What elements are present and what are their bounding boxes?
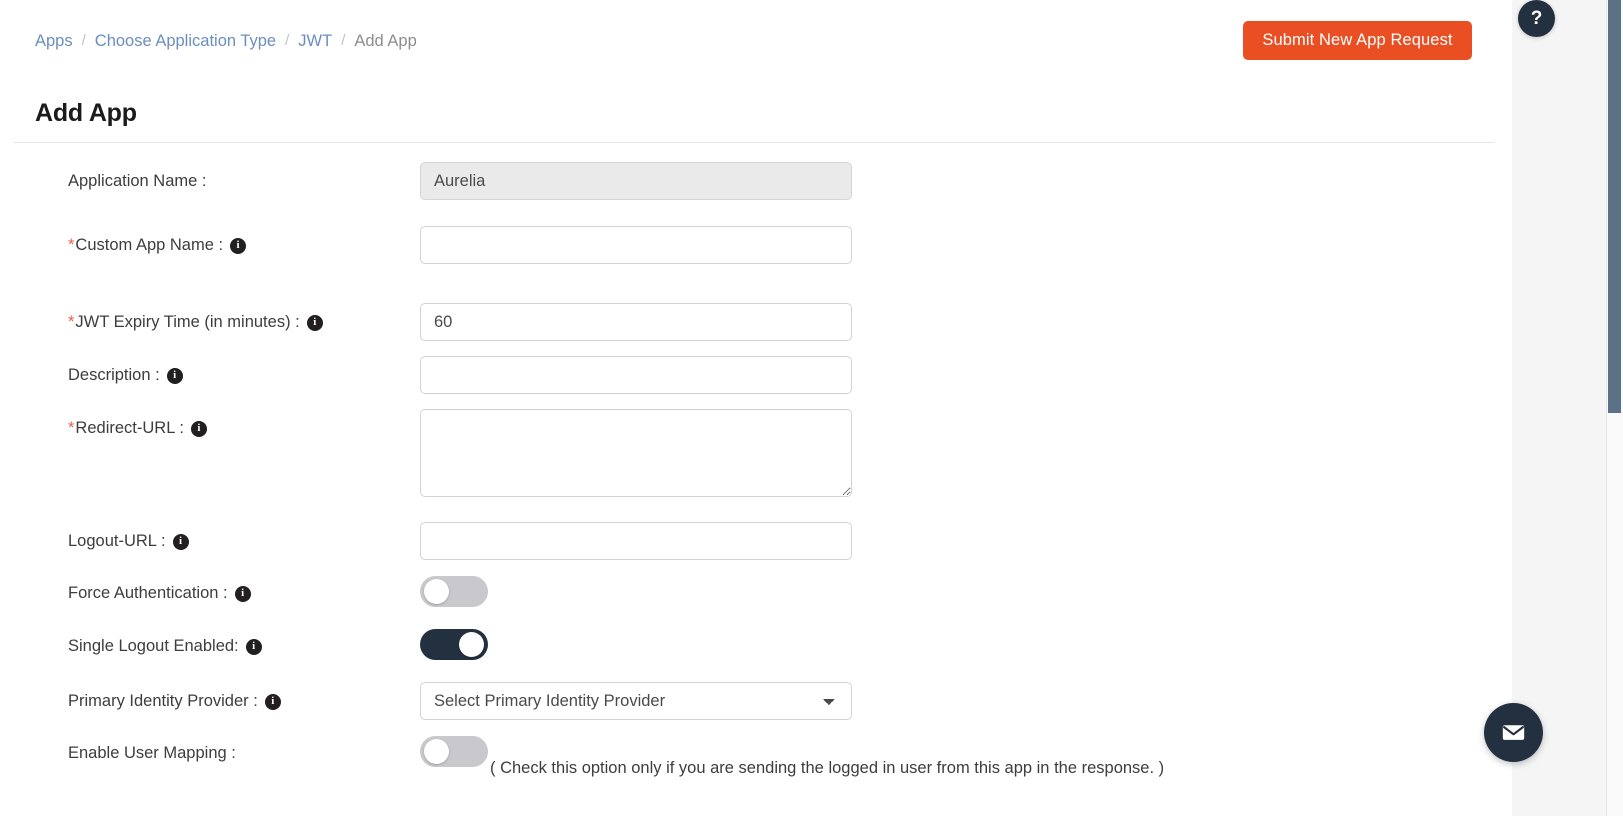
label-text: Enable User Mapping : bbox=[68, 744, 236, 762]
label-custom-app-name: * Custom App Name : i bbox=[68, 236, 247, 255]
help-button[interactable]: ? bbox=[1518, 0, 1555, 37]
primary-identity-provider-select[interactable]: Select Primary Identity Provider bbox=[420, 682, 852, 720]
label-jwt-expiry-time: * JWT Expiry Time (in minutes) : i bbox=[68, 313, 323, 332]
label-text: Custom App Name : bbox=[75, 236, 224, 254]
label-primary-identity-provider: Primary Identity Provider : i bbox=[68, 692, 281, 711]
breadcrumb-item-choose-application-type[interactable]: Choose Application Type bbox=[95, 31, 276, 51]
label-description: Description : i bbox=[68, 366, 183, 385]
required-asterisk: * bbox=[68, 419, 75, 437]
vertical-scrollbar-thumb[interactable] bbox=[1608, 0, 1621, 413]
label-single-logout-enabled: Single Logout Enabled: i bbox=[68, 637, 262, 656]
info-icon[interactable]: i bbox=[234, 585, 251, 602]
toggle-knob bbox=[424, 739, 449, 764]
label-text: Application Name : bbox=[68, 172, 207, 190]
label-text: JWT Expiry Time (in minutes) : bbox=[75, 313, 300, 331]
enable-user-mapping-helper-text: ( Check this option only if you are send… bbox=[490, 759, 1165, 777]
chat-button[interactable] bbox=[1484, 703, 1543, 762]
breadcrumb-separator: / bbox=[341, 32, 346, 49]
info-icon[interactable]: i bbox=[245, 638, 262, 655]
label-text: Single Logout Enabled: bbox=[68, 637, 239, 655]
info-icon[interactable]: i bbox=[264, 693, 281, 710]
info-icon[interactable]: i bbox=[190, 420, 207, 437]
redirect-url-textarea[interactable] bbox=[420, 409, 852, 497]
page-content: Apps / Choose Application Type / JWT / A… bbox=[0, 0, 1512, 816]
force-authentication-toggle[interactable] bbox=[420, 576, 488, 607]
required-asterisk: * bbox=[68, 236, 75, 254]
label-text: Primary Identity Provider : bbox=[68, 692, 258, 710]
label-logout-url: Logout-URL : i bbox=[68, 532, 189, 551]
toggle-knob bbox=[459, 632, 484, 657]
label-text: Force Authentication : bbox=[68, 584, 228, 602]
breadcrumb-separator: / bbox=[285, 32, 290, 49]
breadcrumb: Apps / Choose Application Type / JWT / A… bbox=[35, 31, 417, 51]
submit-new-app-request-button[interactable]: Submit New App Request bbox=[1243, 21, 1472, 60]
label-enable-user-mapping: Enable User Mapping : bbox=[68, 744, 236, 763]
page-title: Add App bbox=[35, 98, 137, 127]
enable-user-mapping-toggle[interactable] bbox=[420, 736, 488, 767]
label-text: Logout-URL : bbox=[68, 532, 166, 550]
label-application-name: Application Name : bbox=[68, 172, 207, 191]
logout-url-input[interactable] bbox=[420, 522, 852, 560]
toggle-knob bbox=[424, 579, 449, 604]
add-app-page: Apps / Choose Application Type / JWT / A… bbox=[0, 0, 1623, 816]
label-redirect-url: * Redirect-URL : i bbox=[68, 419, 207, 438]
breadcrumb-item-jwt[interactable]: JWT bbox=[298, 31, 332, 51]
label-text: Redirect-URL : bbox=[75, 419, 184, 437]
label-text: Description : bbox=[68, 366, 160, 384]
breadcrumb-separator: / bbox=[81, 32, 86, 49]
single-logout-enabled-toggle[interactable] bbox=[420, 629, 488, 660]
breadcrumb-item-apps[interactable]: Apps bbox=[35, 31, 73, 51]
header-divider bbox=[14, 142, 1495, 143]
label-force-authentication: Force Authentication : i bbox=[68, 584, 251, 603]
custom-app-name-input[interactable] bbox=[420, 226, 852, 264]
jwt-expiry-time-input[interactable] bbox=[420, 303, 852, 341]
envelope-icon bbox=[1502, 725, 1525, 740]
description-input[interactable] bbox=[420, 356, 852, 394]
application-name-input bbox=[420, 162, 852, 200]
info-icon[interactable]: i bbox=[172, 533, 189, 550]
required-asterisk: * bbox=[68, 313, 75, 331]
info-icon[interactable]: i bbox=[166, 367, 183, 384]
info-icon[interactable]: i bbox=[230, 237, 247, 254]
breadcrumb-item-add-app: Add App bbox=[354, 32, 417, 50]
info-icon[interactable]: i bbox=[306, 314, 323, 331]
